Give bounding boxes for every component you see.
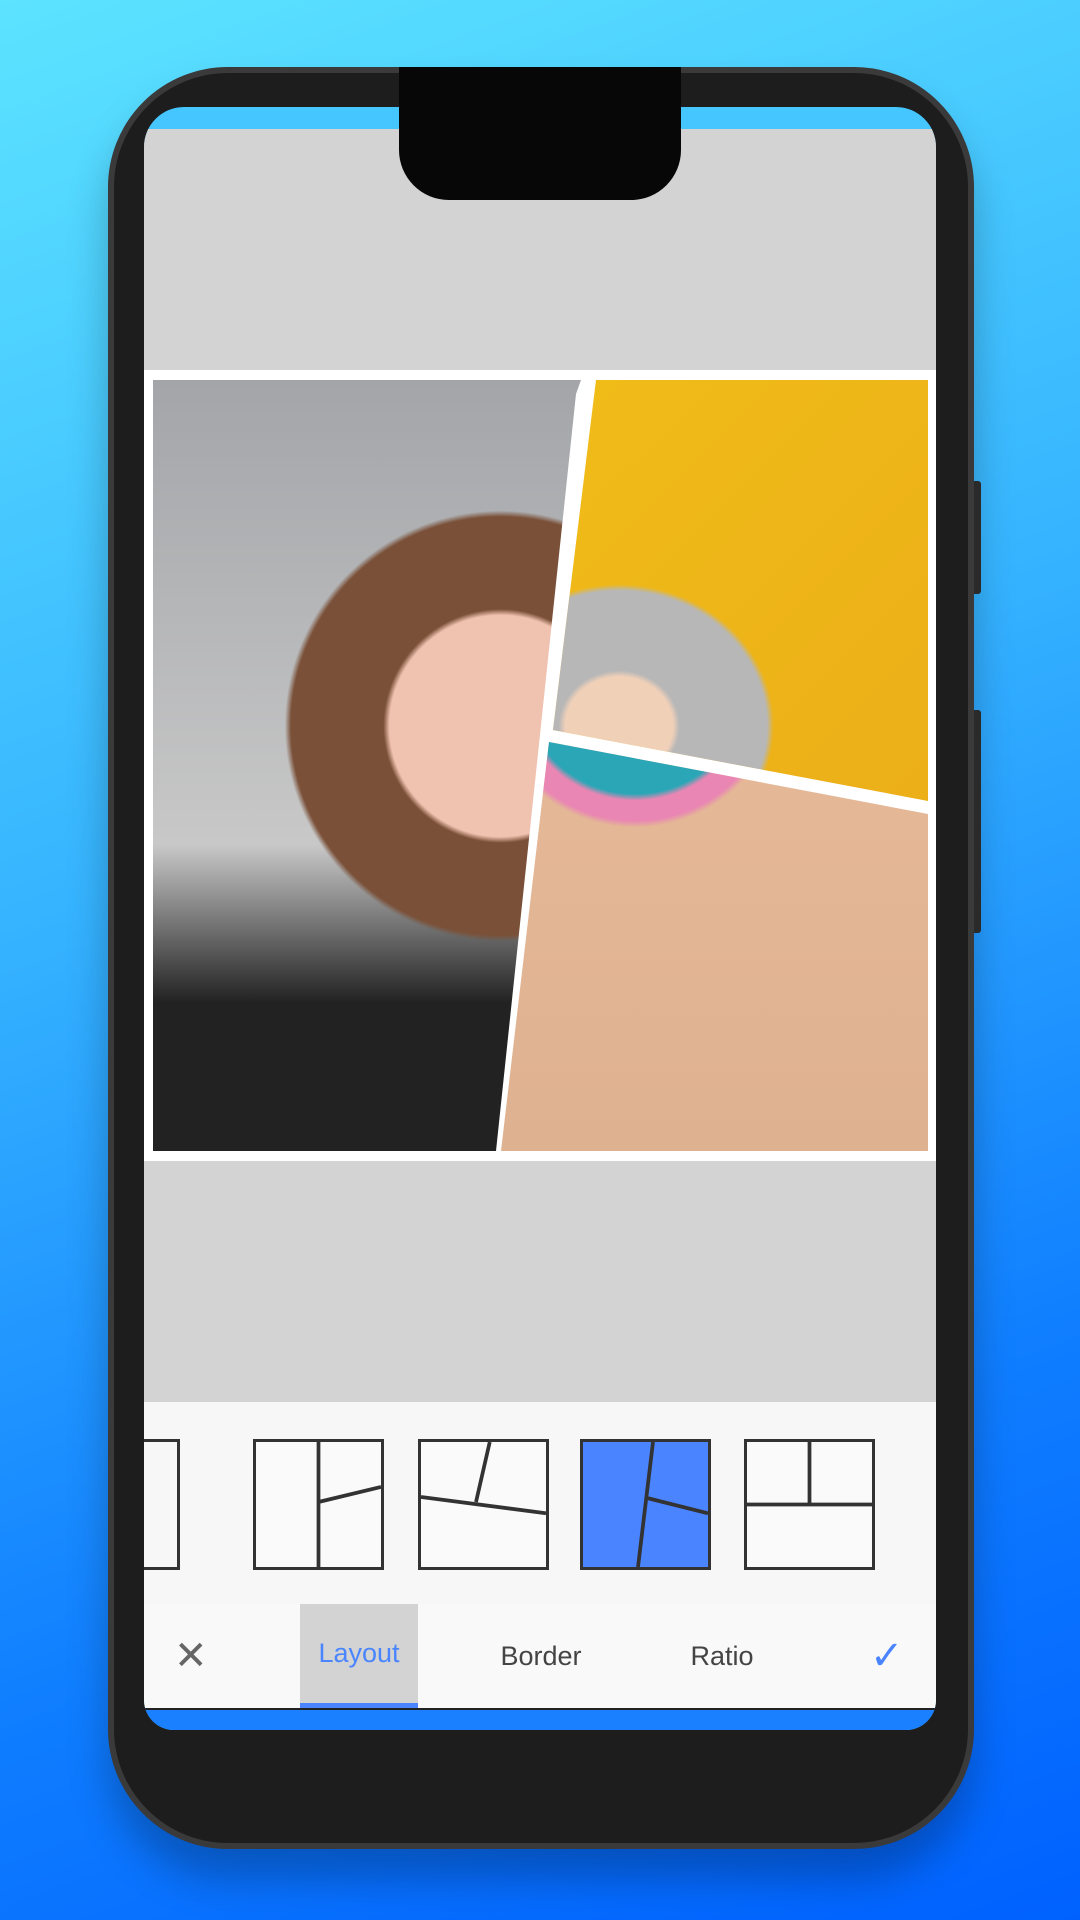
tab-border[interactable]: Border (481, 1604, 601, 1708)
bottom-toolbar: ✕ Layout Border Ratio ✓ (144, 1604, 936, 1708)
layout-thumb-3-selected[interactable] (580, 1439, 711, 1570)
camera-notch (399, 67, 681, 200)
layout-thumb-1[interactable] (253, 1439, 384, 1570)
tab-layout[interactable]: Layout (300, 1604, 418, 1708)
close-icon[interactable]: ✕ (174, 1634, 208, 1678)
nav-bar (144, 1708, 936, 1730)
layout-picker (144, 1402, 936, 1604)
layout-thumb-2[interactable] (418, 1439, 549, 1570)
screen: ✕ Layout Border Ratio ✓ (144, 107, 936, 1730)
volume-button (974, 710, 981, 933)
layout-thumb-4[interactable] (744, 1439, 875, 1570)
check-icon[interactable]: ✓ (870, 1634, 904, 1678)
collage (144, 370, 936, 1161)
layout-thumb-0[interactable] (144, 1439, 180, 1570)
side-button (974, 481, 981, 594)
tab-ratio[interactable]: Ratio (662, 1604, 782, 1708)
